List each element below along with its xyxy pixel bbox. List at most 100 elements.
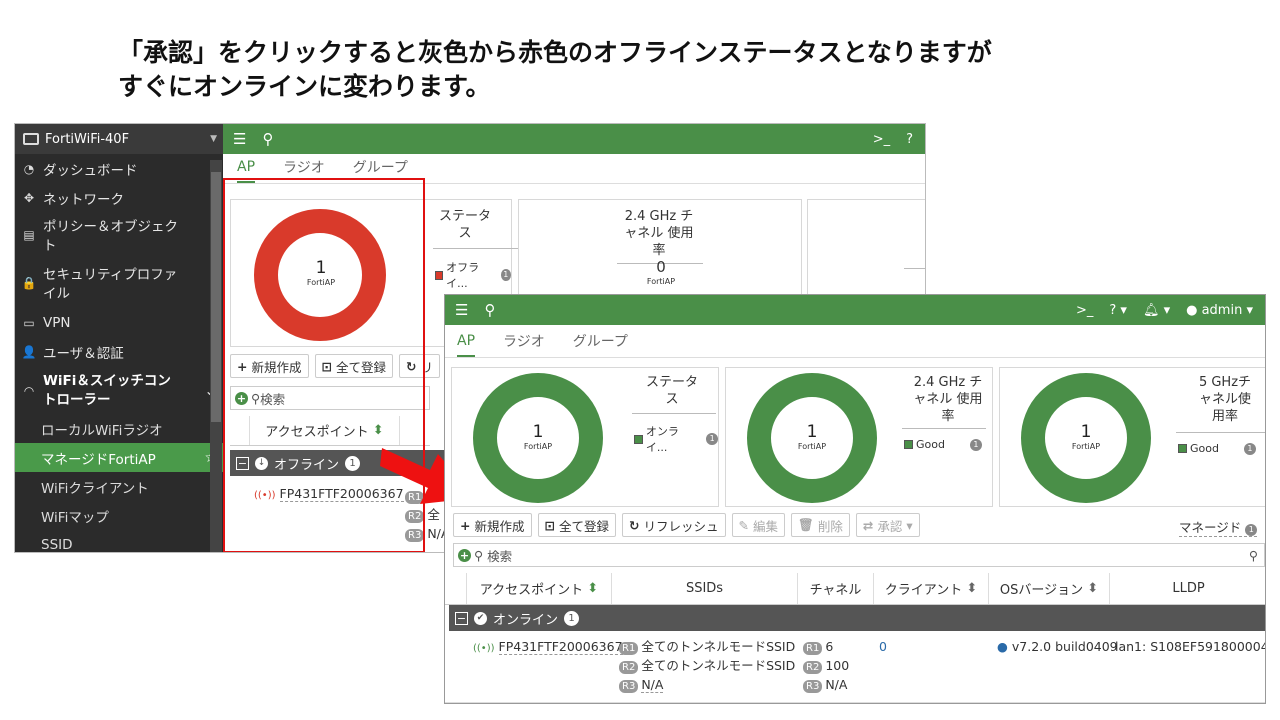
legend-swatch [634, 434, 643, 444]
top-bar: ☰ ⚲ >_ ? ▾ 🔔︎ ▾ ● admin ▾ [445, 295, 1265, 325]
caption-line-1: 「承認」をクリックすると灰色から赤色のオフラインステータスとなりますが [118, 38, 992, 67]
monitor-icon: ▭ [23, 315, 35, 330]
ap-link[interactable]: FP431FTF20006367 [498, 639, 623, 655]
sidebar-item-policy[interactable]: ▤ポリシー＆オブジェクト› [15, 212, 223, 260]
column-header-clients[interactable]: クライアント ⬍ [874, 573, 989, 604]
column-header-channel[interactable]: チャネル [798, 573, 874, 604]
sidebar-subitem[interactable]: ローカルWiFiラジオ [15, 414, 223, 443]
sidebar-scrollbar[interactable] [210, 160, 222, 552]
sort-icon: ⬍ [587, 581, 599, 596]
collapse-icon[interactable]: − [455, 611, 468, 625]
register-all-button[interactable]: ⊡ 全て登録 [537, 513, 616, 537]
legend-swatch [904, 440, 913, 449]
network-icon: ✥ [23, 190, 35, 205]
channel-label: FortiAP [646, 277, 676, 286]
sidebar-subitem-managed-fortiap[interactable]: マネージドFortiAP☆ [15, 443, 223, 472]
search-icon: ⚲ [474, 547, 484, 563]
exchange-icon: ⇄ [862, 517, 874, 533]
sidebar: FortiWiFi-40F ▼ ◔ダッシュボード› ✥ネットワーク› ▤ポリシー… [15, 124, 223, 553]
menu-icon[interactable]: ☰ [455, 301, 468, 319]
tab-radio[interactable]: ラジオ [503, 331, 545, 357]
device-name: FortiWiFi-40F [45, 131, 130, 147]
lldp-cell: lan1: S108EF5918000047 - [1115, 639, 1266, 654]
clients-cell[interactable]: 0 [879, 639, 887, 654]
search-input[interactable]: + ⚲ 検索 ⚲ [453, 543, 1265, 567]
legend-good[interactable]: Good 1 [904, 438, 982, 451]
sidebar-item-vpn[interactable]: ▭VPN› [15, 308, 223, 337]
legend-online[interactable]: オンライ... 1 [634, 423, 718, 455]
legend-good[interactable]: Good 1 [1178, 442, 1256, 455]
delete-button[interactable]: 🗑︎ 削除 [791, 513, 850, 537]
check-icon: ✔ [474, 611, 487, 625]
device-selector[interactable]: FortiWiFi-40F ▼ [15, 124, 223, 154]
donut-label: FortiAP [797, 442, 827, 451]
legend-offline[interactable]: オフライ... 1 [435, 259, 511, 291]
lock-icon: 🔒 [21, 276, 37, 290]
caption-line-2: すぐにオンラインに変わります。 [118, 72, 491, 101]
refresh-button[interactable]: ↻ リフレッシュ [622, 513, 726, 537]
sort-icon: ⬍ [966, 581, 978, 596]
sidebar-subitem[interactable]: WiFiクライアント [15, 472, 223, 501]
trash-icon: 🗑︎ [798, 517, 814, 532]
channel-cell: R1 6 R2 100 R3 N/A [803, 637, 849, 694]
new-button[interactable]: + 新規作成 [453, 513, 532, 537]
approve-button[interactable]: ⇄ 承認 ▾ [855, 513, 920, 537]
add-filter-icon[interactable]: + [458, 548, 471, 562]
plus-icon: + [460, 517, 471, 533]
search-icon[interactable]: ⚲ [262, 130, 273, 148]
scrollbar-thumb[interactable] [211, 172, 221, 422]
donut-label: FortiAP [1071, 442, 1101, 451]
column-header-ap[interactable]: アクセスポイント ⬍ [467, 573, 612, 604]
table-header: アクセスポイント ⬍ SSIDs チャネル クライアント ⬍ OSバージョン ⬍… [445, 573, 1265, 605]
toolbar: + 新規作成 ⊡ 全て登録 ↻ リフレッシュ ✎ 編集 🗑︎ 削除 ⇄ 承認 ▾ [453, 513, 920, 537]
channel-value: 0 [656, 258, 666, 276]
column-header-ssids[interactable]: SSIDs [612, 573, 798, 604]
caret-down-icon: ▼ [210, 134, 217, 144]
cli-icon[interactable]: >_ [1076, 303, 1093, 318]
help-icon[interactable]: ? ▾ [1109, 303, 1127, 318]
column-header-os[interactable]: OSバージョン ⬍ [989, 573, 1110, 604]
channel-24g-title: 2.4 GHz チャネル 使用率 [913, 375, 983, 424]
sidebar-item-user[interactable]: 👤ユーザ＆認証› [15, 337, 223, 366]
view-selector[interactable]: マネージド 1 [1179, 517, 1258, 537]
wifi-icon: ◠ [24, 384, 34, 398]
sidebar-item-network[interactable]: ✥ネットワーク› [15, 183, 223, 212]
cli-icon[interactable]: >_ [873, 132, 890, 147]
edit-button[interactable]: ✎ 編集 [731, 513, 785, 537]
group-row-online[interactable]: − ✔ オンライン 1 [449, 605, 1265, 631]
policy-icon: ▤ [23, 228, 35, 242]
menu-icon[interactable]: ☰ [233, 130, 246, 148]
top-bar: ☰ ⚲ >_? [223, 124, 925, 154]
bell-icon[interactable]: 🔔︎ ▾ [1143, 303, 1170, 318]
dashboard-icon: ◔ [23, 161, 35, 176]
sidebar-item-dashboard[interactable]: ◔ダッシュボード› [15, 154, 223, 183]
user-icon: 👤 [21, 344, 37, 359]
slide-caption: 「承認」をクリックすると灰色から赤色のオフラインステータスとなりますが すぐにオ… [118, 36, 992, 104]
tab-group[interactable]: グループ [573, 331, 628, 357]
sidebar-subitem[interactable]: WiFiマップ [15, 501, 223, 530]
column-header-lldp[interactable]: LLDP [1110, 573, 1265, 604]
search-icon[interactable]: ⚲ [484, 301, 495, 319]
legend-swatch [435, 270, 444, 280]
donut-count: 1 [1080, 422, 1092, 442]
sidebar-item-wifi[interactable]: ◠WiFi＆スイッチコントローラー⌄ [15, 366, 223, 414]
user-menu[interactable]: ● admin ▾ [1186, 303, 1253, 318]
os-cell: ● v7.2.0 build0409 [997, 639, 1118, 654]
fortiap-icon: ((•)) [473, 643, 495, 654]
pencil-icon: ✎ [738, 517, 749, 533]
channel-title: 2.4 GHz チャネル 使用率 [624, 209, 694, 258]
user-icon: ● [1186, 302, 1198, 318]
sidebar-subitem[interactable]: SSID [15, 530, 223, 553]
help-icon[interactable]: ? [906, 132, 913, 147]
status-widget: 1 FortiAP ステータス オンライ... 1 [451, 367, 719, 507]
tab-bar: AP ラジオ グループ [445, 325, 1265, 358]
sidebar-item-security[interactable]: 🔒セキュリティプロファイル› [15, 260, 223, 308]
ssids-cell: R1 全てのトンネルモードSSID R2 全てのトンネルモードSSID R3 N/A [619, 637, 795, 694]
table-row[interactable]: ((•)) FP431FTF20006367 R1 全てのトンネルモードSSID R… [445, 631, 1266, 703]
tab-ap[interactable]: AP [457, 333, 476, 357]
refresh-icon: ↻ [629, 517, 640, 533]
donut-count: 1 [806, 422, 818, 442]
donut-label: FortiAP [523, 442, 553, 451]
search-submit-icon[interactable]: ⚲ [1249, 548, 1258, 563]
register-icon: ⊡ [544, 517, 555, 533]
